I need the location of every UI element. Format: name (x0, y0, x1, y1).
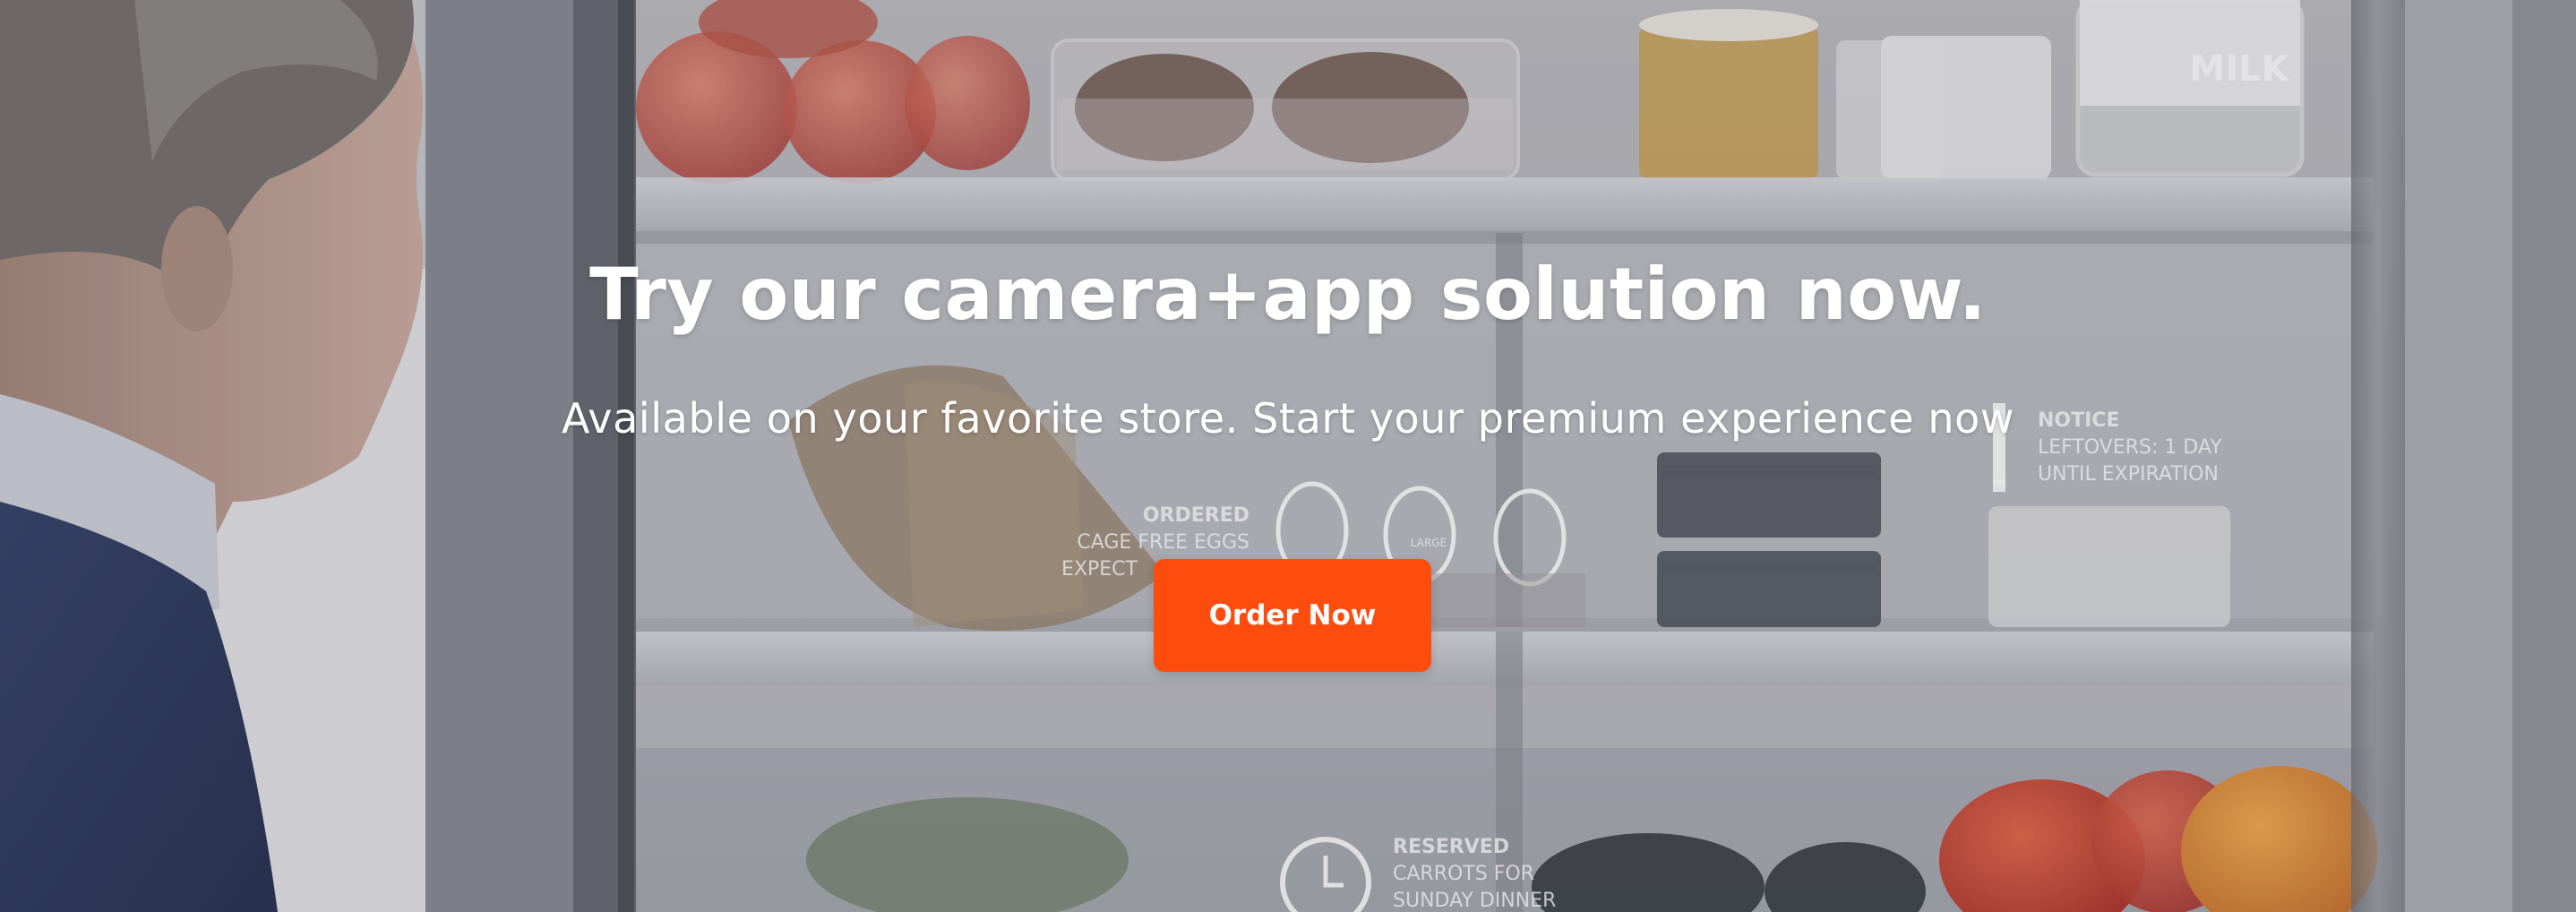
order-now-button[interactable]: Order Now (1154, 559, 1431, 672)
hero-title: Try our camera+app solution now. (589, 253, 1987, 336)
hero-banner: MILK ORDERED CAGE FREE EGGS EXPECT LARGE… (0, 0, 2576, 912)
hero-subtitle: Available on your favorite store. Start … (561, 394, 2015, 443)
image-tint-overlay (0, 0, 2576, 912)
